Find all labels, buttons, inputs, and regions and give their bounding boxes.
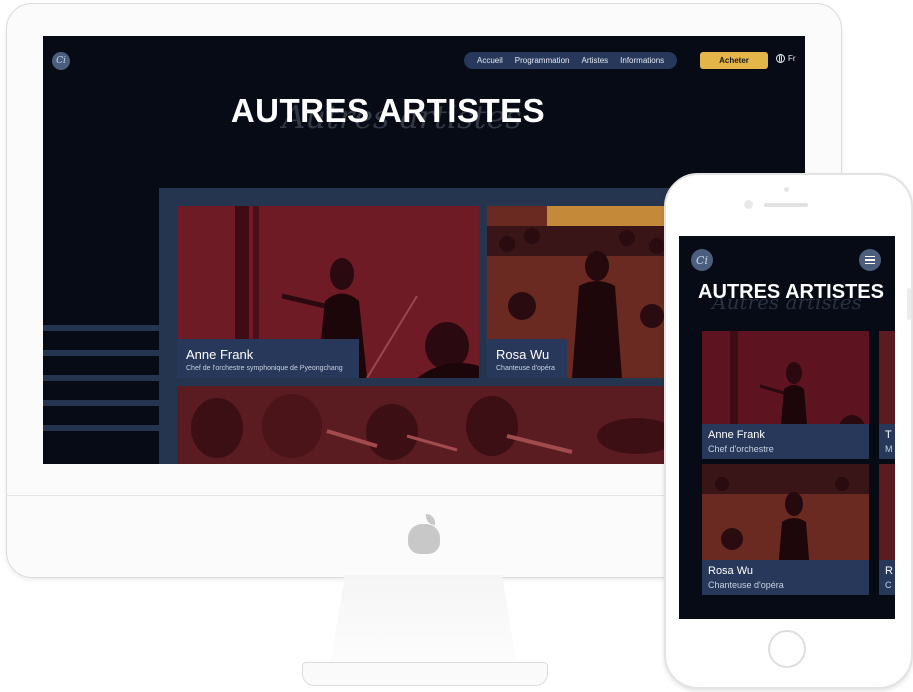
mobile-artist-card-rosa-wu[interactable]: Rosa Wu Chanteuse d'opéra [702,464,869,595]
phone-speaker [764,203,808,207]
hamburger-menu-icon[interactable] [859,249,881,271]
artist-role: Chef de l'orchestre symphonique de Pyeon… [186,365,343,372]
phone-sensor [784,187,789,192]
artist-role: Chanteuse d'opéra [496,365,555,372]
decor-stripe [43,425,161,431]
logo-icon[interactable]: Ci [691,249,713,271]
language-switcher[interactable]: Fr [776,54,796,63]
artist-role: Chef d'orchestre [708,444,774,454]
apple-logo-icon [404,512,444,556]
decor-stripe [43,325,161,331]
artist-card-label: Rosa Wu Chanteuse d'opéra [702,560,869,595]
monitor-stand [330,575,517,665]
logo-icon[interactable]: Ci [52,52,70,70]
phone-camera [744,200,753,209]
artist-card-label: T M [879,424,895,459]
artist-card-label: R C [879,560,895,595]
decor-stripe [43,400,161,406]
mobile-artist-card-partial[interactable]: R C [879,464,895,595]
nav-item-accueil[interactable]: Accueil [477,56,503,65]
artist-card-label: Anne Frank Chef de l'orchestre symphoniq… [177,339,359,378]
artist-card-rosa-wu[interactable]: Rosa Wu Chanteuse d'opéra [487,206,677,378]
mobile-artist-card-anne-frank[interactable]: Anne Frank Chef d'orchestre [702,331,869,459]
nav-item-artistes[interactable]: Artistes [581,56,608,65]
artist-photo [177,386,677,464]
artist-name: Anne Frank [186,347,254,362]
artist-card-anne-frank[interactable]: Anne Frank Chef de l'orchestre symphoniq… [177,206,479,378]
artist-name: Rosa Wu [496,347,550,362]
artist-name: Rosa Wu [708,565,754,577]
artist-role: Chanteuse d'opéra [708,580,784,590]
artist-card-orchestra[interactable] [177,386,677,464]
page-title: AUTRES ARTISTES [230,92,546,129]
language-label: Fr [788,54,796,63]
home-button[interactable] [768,630,806,668]
artist-name: Anne Frank [708,429,765,441]
artist-name: T [885,429,892,441]
page-title: AUTRES ARTISTES [698,281,884,303]
nav-item-programmation[interactable]: Programmation [515,56,570,65]
decor-stripe [43,350,161,356]
artist-name: R [885,565,893,577]
globe-icon [776,54,785,63]
monitor-stand-base [302,662,548,686]
mobile-screen: Ci Autres artistes AUTRES ARTISTES Anne … [679,236,895,619]
phone-side-button [907,288,911,320]
main-navigation: Accueil Programmation Artistes Informati… [464,52,678,69]
mobile-artist-card-partial[interactable]: T M [879,331,895,459]
artist-card-label: Anne Frank Chef d'orchestre [702,424,869,459]
buy-button[interactable]: Acheter [700,52,768,69]
nav-item-informations[interactable]: Informations [620,56,664,65]
artist-card-label: Rosa Wu Chanteuse d'opéra [487,339,567,378]
artist-role: C [885,580,892,590]
decor-stripe [43,375,161,381]
artist-role: M [885,444,893,454]
